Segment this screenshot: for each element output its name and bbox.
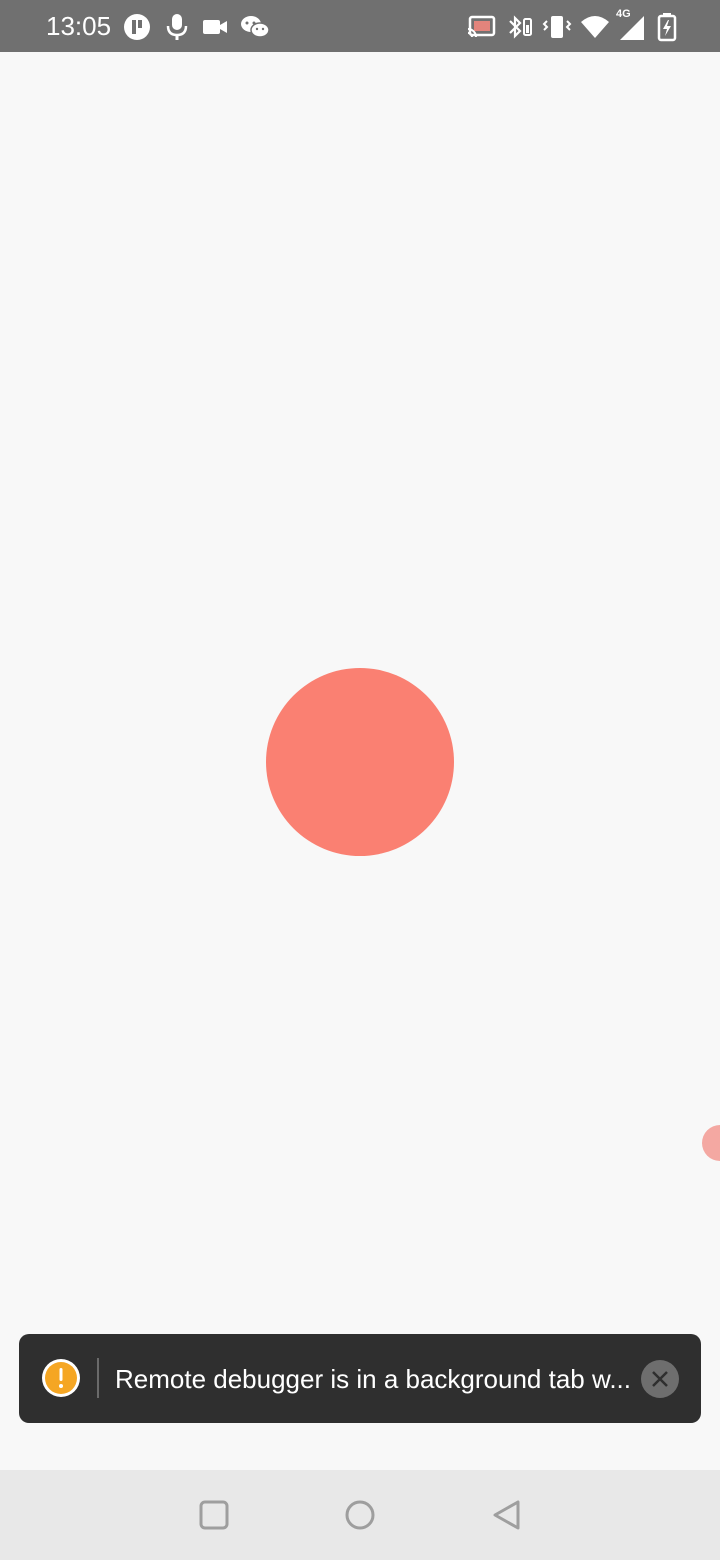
back-triangle-icon[interactable] <box>490 1498 524 1532</box>
toast-message: Remote debugger is in a background tab w… <box>115 1364 631 1394</box>
edge-dot <box>702 1125 720 1161</box>
debugger-warning-toast[interactable]: Remote debugger is in a background tab w… <box>19 1334 701 1423</box>
toast-divider <box>97 1358 99 1398</box>
app-canvas <box>0 52 720 1470</box>
warning-icon <box>41 1358 81 1398</box>
bluetooth-battery-icon <box>504 12 534 42</box>
home-circle-icon[interactable] <box>343 1498 377 1532</box>
wifi-icon <box>580 12 610 42</box>
cast-icon <box>466 12 496 42</box>
cellular-4g-icon: 4G <box>616 8 646 42</box>
animated-circle <box>266 668 454 856</box>
network-label: 4G <box>616 8 631 20</box>
vibrate-icon <box>542 12 572 42</box>
status-bar: 13:05 4G <box>0 0 720 52</box>
video-camera-icon <box>200 12 230 42</box>
microphone-icon <box>162 12 192 42</box>
status-time: 13:05 <box>46 11 112 41</box>
recents-square-icon[interactable] <box>197 1498 231 1532</box>
battery-charging-icon <box>652 12 682 42</box>
wechat-icon <box>240 12 270 42</box>
navigation-bar <box>0 1470 720 1560</box>
close-icon[interactable] <box>641 1360 679 1398</box>
t-app-icon <box>122 12 152 42</box>
